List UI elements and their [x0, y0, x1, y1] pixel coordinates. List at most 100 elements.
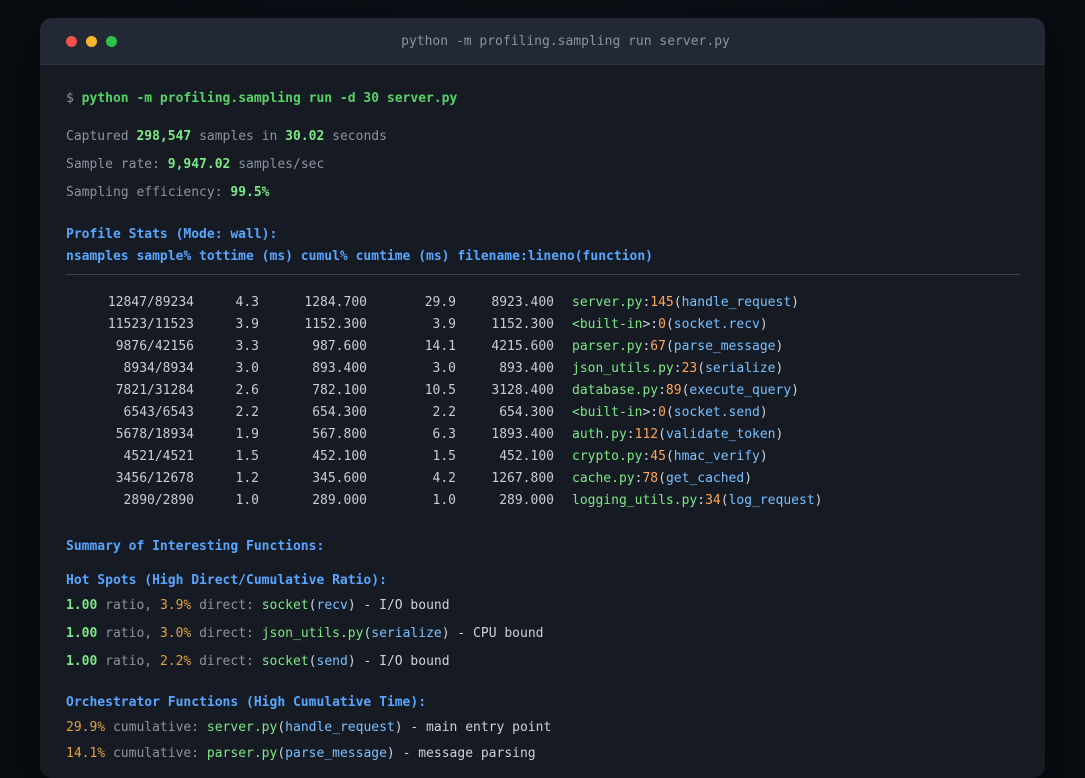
lineno: 23: [681, 361, 698, 376]
direct-label: direct:: [191, 654, 262, 669]
titlebar[interactable]: python -m profiling.sampling run server.…: [40, 18, 1045, 65]
cumtime-cell: 3128.400: [491, 383, 554, 398]
open-paren: (: [277, 720, 286, 735]
module-name: json_utils.py: [261, 626, 364, 641]
open-paren: (: [665, 317, 674, 332]
nsamples-cell: 6543/6543: [123, 405, 194, 420]
role-note: - main entry point: [402, 720, 552, 735]
nsamples-cell: 2890/2890: [123, 493, 194, 508]
module-name: server.py: [206, 720, 278, 735]
ratio-value: 1.00: [66, 654, 98, 669]
open-paren: (: [658, 471, 666, 486]
table-row: 3456/12678 1.2 345.600 4.2 1267.800 cache.py:…: [66, 468, 1020, 490]
lineno: 0: [658, 405, 666, 420]
nsamples-cell: 7821/31284: [115, 383, 194, 398]
tottime-cell: 654.300: [312, 405, 367, 420]
window-title: python -m profiling.sampling run server.…: [401, 33, 730, 49]
filename: <built-in: [572, 317, 643, 332]
close-paren: ): [775, 427, 784, 442]
seconds-label: seconds: [324, 129, 387, 144]
cumtime-cell: 1893.400: [491, 427, 554, 442]
bound-note: - I/O bound: [355, 654, 450, 669]
lineno: 67: [650, 339, 666, 354]
direct-percent: 3.0%: [159, 626, 192, 641]
close-paren: ): [775, 339, 784, 354]
direct-percent: 3.9%: [159, 598, 192, 613]
function-name: execute_query: [689, 383, 792, 398]
colon: :: [697, 493, 706, 508]
duration-seconds: 30.02: [285, 129, 325, 144]
orchestrator-line: 14.1% cumulative: parser.py(parse_messag…: [66, 744, 1020, 764]
cumulative-percent: 14.1%: [66, 746, 106, 761]
module-name: socket: [261, 654, 309, 669]
efficiency-label: Sampling efficiency:: [66, 185, 231, 200]
cumtime-cell: 1267.800: [491, 471, 554, 486]
close-paren: ): [394, 720, 403, 735]
filename: server.py: [572, 295, 643, 310]
close-paren: ): [775, 361, 784, 376]
function-name: recv: [316, 598, 348, 613]
filename: cache.py: [572, 471, 635, 486]
tottime-cell: 893.400: [312, 361, 367, 376]
close-window-button[interactable]: [66, 35, 77, 47]
nsamples-cell: 3456/12678: [115, 471, 194, 486]
samples-in-label: samples in: [191, 129, 286, 144]
table-row: 12847/89234 4.3 1284.700 29.9 8923.400 server…: [66, 292, 1020, 314]
cumul-pct-cell: 4.2: [432, 471, 456, 486]
cumulative-label: cumulative:: [105, 720, 207, 735]
cumtime-cell: 1152.300: [491, 317, 554, 332]
orchestrator-heading: Orchestrator Functions (High Cumulative …: [66, 695, 427, 710]
ratio-label: ratio,: [97, 654, 160, 669]
open-paren: (: [308, 598, 317, 613]
table-row: 6543/6543 2.2 654.300 2.2 654.300 <built-in>:…: [66, 402, 1020, 424]
sample-pct-cell: 1.5: [235, 449, 259, 464]
function-location: parser.py:67(parse_message): [572, 336, 783, 358]
tottime-cell: 1284.700: [304, 295, 367, 310]
tottime-cell: 567.800: [312, 427, 367, 442]
filename: logging_utils.py: [572, 493, 698, 508]
sample-pct-cell: 2.6: [235, 383, 259, 398]
table-row: 8934/8934 3.0 893.400 3.0 893.400 json_utils.…: [66, 358, 1020, 380]
terminal-output[interactable]: $ python -m profiling.sampling run -d 30…: [40, 65, 1045, 764]
sample-rate-unit: samples/sec: [230, 157, 325, 172]
ratio-label: ratio,: [97, 626, 160, 641]
function-name: handle_request: [285, 720, 395, 735]
function-location: <built-in>:0(socket.send): [572, 402, 768, 424]
cumulative-percent: 29.9%: [66, 720, 106, 735]
cumulative-label: cumulative:: [105, 746, 207, 761]
table-row: 11523/11523 3.9 1152.300 3.9 1152.300 <built-…: [66, 314, 1020, 336]
role-note: - message parsing: [394, 746, 536, 761]
maximize-window-button[interactable]: [106, 35, 117, 47]
function-name: validate_token: [665, 427, 776, 442]
cumul-pct-cell: 3.9: [432, 317, 456, 332]
function-name: handle_request: [681, 295, 792, 310]
close-paren: ): [759, 405, 768, 420]
minimize-window-button[interactable]: [86, 35, 97, 47]
filename: auth.py: [572, 427, 627, 442]
hot-spot-line: 1.00 ratio, 3.0% direct: json_utils.py(s…: [66, 624, 1020, 644]
function-name: parse_message: [673, 339, 776, 354]
colon: :: [650, 405, 659, 420]
orchestrator-line: 29.9% cumulative: server.py(handle_reque…: [66, 718, 1020, 738]
sample-rate-label: Sample rate:: [66, 157, 168, 172]
close-paren: ): [759, 317, 768, 332]
open-paren: (: [673, 295, 682, 310]
direct-label: direct:: [191, 626, 262, 641]
function-name: send: [316, 654, 348, 669]
tottime-cell: 289.000: [312, 493, 367, 508]
ratio-value: 1.00: [66, 626, 98, 641]
ratio-label: ratio,: [97, 598, 160, 613]
lineno: 145: [650, 295, 674, 310]
module-name: socket: [261, 598, 309, 613]
close-paren: ): [791, 295, 799, 310]
table-row: 2890/2890 1.0 289.000 1.0 289.000 logging_uti…: [66, 490, 1020, 512]
profile-stats-heading: Profile Stats (Mode: wall):: [66, 227, 278, 242]
close-paren: ): [759, 449, 768, 464]
close-paren: ): [386, 746, 395, 761]
nsamples-cell: 12847/89234: [107, 295, 194, 310]
filename: crypto.py: [572, 449, 643, 464]
cumtime-cell: 4215.600: [491, 339, 554, 354]
cumul-pct-cell: 6.3: [432, 427, 456, 442]
table-row: 5678/18934 1.9 567.800 6.3 1893.400 auth.py:1…: [66, 424, 1020, 446]
cumul-pct-cell: 29.9: [424, 295, 456, 310]
